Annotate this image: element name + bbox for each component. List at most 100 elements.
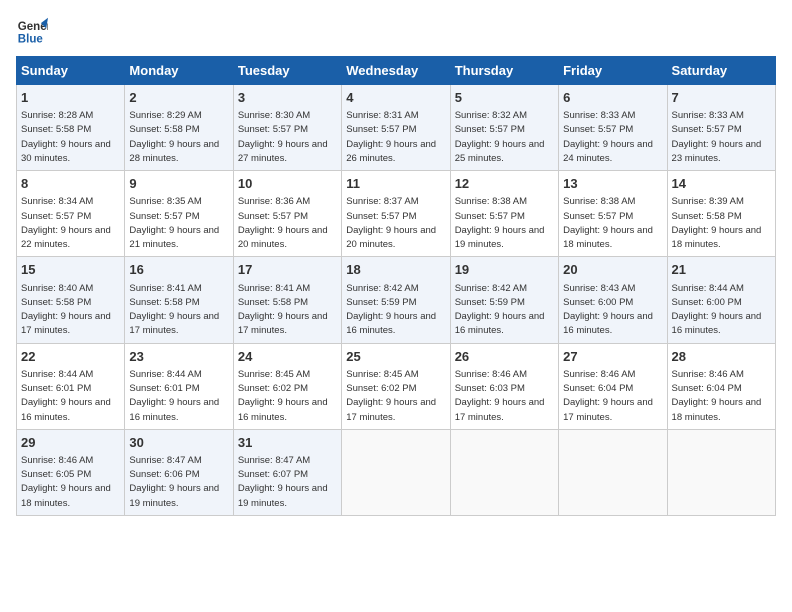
day-cell: 3 Sunrise: 8:30 AMSunset: 5:57 PMDaylight… <box>233 85 341 171</box>
day-info: Sunrise: 8:41 AMSunset: 5:58 PMDaylight:… <box>129 282 228 339</box>
day-info: Sunrise: 8:42 AMSunset: 5:59 PMDaylight:… <box>455 282 554 339</box>
day-cell: 24 Sunrise: 8:45 AMSunset: 6:02 PMDayligh… <box>233 343 341 429</box>
calendar-table: SundayMondayTuesdayWednesdayThursdayFrid… <box>16 56 776 516</box>
day-info: Sunrise: 8:28 AMSunset: 5:58 PMDaylight:… <box>21 109 120 166</box>
day-cell: 4Sunrise: 8:31 AMSunset: 5:57 PMDaylight… <box>342 85 450 171</box>
day-number: 20 <box>563 261 662 279</box>
day-number: 28 <box>672 348 771 366</box>
day-cell: 9 Sunrise: 8:35 AMSunset: 5:57 PMDaylight… <box>125 171 233 257</box>
day-cell: 21 Sunrise: 8:44 AMSunset: 6:00 PMDayligh… <box>667 257 775 343</box>
day-info: Sunrise: 8:38 AMSunset: 5:57 PMDaylight:… <box>455 195 554 252</box>
day-number: 30 <box>129 434 228 452</box>
week-row-4: 22 Sunrise: 8:44 AMSunset: 6:01 PMDayligh… <box>17 343 776 429</box>
logo-icon: General Blue <box>16 16 48 48</box>
day-number: 3 <box>238 89 337 107</box>
week-row-5: 29 Sunrise: 8:46 AMSunset: 6:05 PMDayligh… <box>17 429 776 515</box>
day-info: Sunrise: 8:44 AMSunset: 6:00 PMDaylight:… <box>672 282 771 339</box>
day-info: Sunrise: 8:43 AMSunset: 6:00 PMDaylight:… <box>563 282 662 339</box>
day-info: Sunrise: 8:46 AMSunset: 6:04 PMDaylight:… <box>563 368 662 425</box>
day-info: Sunrise: 8:33 AMSunset: 5:57 PMDaylight:… <box>672 109 771 166</box>
day-number: 24 <box>238 348 337 366</box>
day-number: 12 <box>455 175 554 193</box>
day-cell: 6 Sunrise: 8:33 AMSunset: 5:57 PMDaylight… <box>559 85 667 171</box>
day-info: Sunrise: 8:47 AMSunset: 6:06 PMDaylight:… <box>129 454 228 511</box>
day-info: Sunrise: 8:33 AMSunset: 5:57 PMDaylight:… <box>563 109 662 166</box>
day-info: Sunrise: 8:46 AMSunset: 6:05 PMDaylight:… <box>21 454 120 511</box>
day-cell <box>667 429 775 515</box>
day-number: 2 <box>129 89 228 107</box>
day-number: 31 <box>238 434 337 452</box>
day-cell: 23 Sunrise: 8:44 AMSunset: 6:01 PMDayligh… <box>125 343 233 429</box>
day-number: 17 <box>238 261 337 279</box>
day-cell: 19Sunrise: 8:42 AMSunset: 5:59 PMDayligh… <box>450 257 558 343</box>
day-number: 22 <box>21 348 120 366</box>
day-cell: 31 Sunrise: 8:47 AMSunset: 6:07 PMDayligh… <box>233 429 341 515</box>
day-info: Sunrise: 8:30 AMSunset: 5:57 PMDaylight:… <box>238 109 337 166</box>
day-info: Sunrise: 8:31 AMSunset: 5:57 PMDaylight:… <box>346 109 445 166</box>
weekday-header-row: SundayMondayTuesdayWednesdayThursdayFrid… <box>17 57 776 85</box>
day-cell: 11 Sunrise: 8:37 AMSunset: 5:57 PMDayligh… <box>342 171 450 257</box>
day-info: Sunrise: 8:45 AMSunset: 6:02 PMDaylight:… <box>238 368 337 425</box>
day-info: Sunrise: 8:32 AMSunset: 5:57 PMDaylight:… <box>455 109 554 166</box>
day-number: 21 <box>672 261 771 279</box>
day-cell: 7 Sunrise: 8:33 AMSunset: 5:57 PMDaylight… <box>667 85 775 171</box>
weekday-header-wednesday: Wednesday <box>342 57 450 85</box>
day-number: 23 <box>129 348 228 366</box>
day-number: 6 <box>563 89 662 107</box>
day-info: Sunrise: 8:42 AMSunset: 5:59 PMDaylight:… <box>346 282 445 339</box>
svg-text:Blue: Blue <box>18 34 44 46</box>
day-cell: 8 Sunrise: 8:34 AMSunset: 5:57 PMDaylight… <box>17 171 125 257</box>
week-row-1: 1 Sunrise: 8:28 AMSunset: 5:58 PMDaylight… <box>17 85 776 171</box>
day-info: Sunrise: 8:47 AMSunset: 6:07 PMDaylight:… <box>238 454 337 511</box>
day-info: Sunrise: 8:37 AMSunset: 5:57 PMDaylight:… <box>346 195 445 252</box>
day-info: Sunrise: 8:44 AMSunset: 6:01 PMDaylight:… <box>129 368 228 425</box>
day-number: 8 <box>21 175 120 193</box>
weekday-header-saturday: Saturday <box>667 57 775 85</box>
day-info: Sunrise: 8:41 AMSunset: 5:58 PMDaylight:… <box>238 282 337 339</box>
day-cell: 17 Sunrise: 8:41 AMSunset: 5:58 PMDayligh… <box>233 257 341 343</box>
day-info: Sunrise: 8:46 AMSunset: 6:04 PMDaylight:… <box>672 368 771 425</box>
day-number: 5 <box>455 89 554 107</box>
day-cell: 5 Sunrise: 8:32 AMSunset: 5:57 PMDaylight… <box>450 85 558 171</box>
weekday-header-monday: Monday <box>125 57 233 85</box>
day-number: 15 <box>21 261 120 279</box>
day-cell: 2 Sunrise: 8:29 AMSunset: 5:58 PMDaylight… <box>125 85 233 171</box>
day-cell: 25 Sunrise: 8:45 AMSunset: 6:02 PMDayligh… <box>342 343 450 429</box>
day-cell: 16Sunrise: 8:41 AMSunset: 5:58 PMDayligh… <box>125 257 233 343</box>
weekday-header-sunday: Sunday <box>17 57 125 85</box>
day-info: Sunrise: 8:40 AMSunset: 5:58 PMDaylight:… <box>21 282 120 339</box>
day-number: 13 <box>563 175 662 193</box>
weekday-header-thursday: Thursday <box>450 57 558 85</box>
day-info: Sunrise: 8:29 AMSunset: 5:58 PMDaylight:… <box>129 109 228 166</box>
logo: General Blue <box>16 16 48 48</box>
day-info: Sunrise: 8:39 AMSunset: 5:58 PMDaylight:… <box>672 195 771 252</box>
day-info: Sunrise: 8:45 AMSunset: 6:02 PMDaylight:… <box>346 368 445 425</box>
day-cell: 18 Sunrise: 8:42 AMSunset: 5:59 PMDayligh… <box>342 257 450 343</box>
day-number: 25 <box>346 348 445 366</box>
day-cell: 26Sunrise: 8:46 AMSunset: 6:03 PMDayligh… <box>450 343 558 429</box>
day-info: Sunrise: 8:35 AMSunset: 5:57 PMDaylight:… <box>129 195 228 252</box>
day-cell <box>342 429 450 515</box>
day-cell <box>450 429 558 515</box>
day-number: 18 <box>346 261 445 279</box>
week-row-2: 8 Sunrise: 8:34 AMSunset: 5:57 PMDaylight… <box>17 171 776 257</box>
day-cell: 15 Sunrise: 8:40 AMSunset: 5:58 PMDayligh… <box>17 257 125 343</box>
day-cell: 1 Sunrise: 8:28 AMSunset: 5:58 PMDaylight… <box>17 85 125 171</box>
day-cell: 28 Sunrise: 8:46 AMSunset: 6:04 PMDayligh… <box>667 343 775 429</box>
day-cell: 30 Sunrise: 8:47 AMSunset: 6:06 PMDayligh… <box>125 429 233 515</box>
day-info: Sunrise: 8:44 AMSunset: 6:01 PMDaylight:… <box>21 368 120 425</box>
day-cell: 10Sunrise: 8:36 AMSunset: 5:57 PMDayligh… <box>233 171 341 257</box>
day-number: 9 <box>129 175 228 193</box>
day-info: Sunrise: 8:38 AMSunset: 5:57 PMDaylight:… <box>563 195 662 252</box>
day-cell: 22 Sunrise: 8:44 AMSunset: 6:01 PMDayligh… <box>17 343 125 429</box>
day-cell: 12 Sunrise: 8:38 AMSunset: 5:57 PMDayligh… <box>450 171 558 257</box>
day-number: 29 <box>21 434 120 452</box>
day-number: 1 <box>21 89 120 107</box>
day-number: 7 <box>672 89 771 107</box>
day-number: 11 <box>346 175 445 193</box>
day-info: Sunrise: 8:46 AMSunset: 6:03 PMDaylight:… <box>455 368 554 425</box>
week-row-3: 15 Sunrise: 8:40 AMSunset: 5:58 PMDayligh… <box>17 257 776 343</box>
day-number: 14 <box>672 175 771 193</box>
weekday-header-friday: Friday <box>559 57 667 85</box>
day-info: Sunrise: 8:34 AMSunset: 5:57 PMDaylight:… <box>21 195 120 252</box>
